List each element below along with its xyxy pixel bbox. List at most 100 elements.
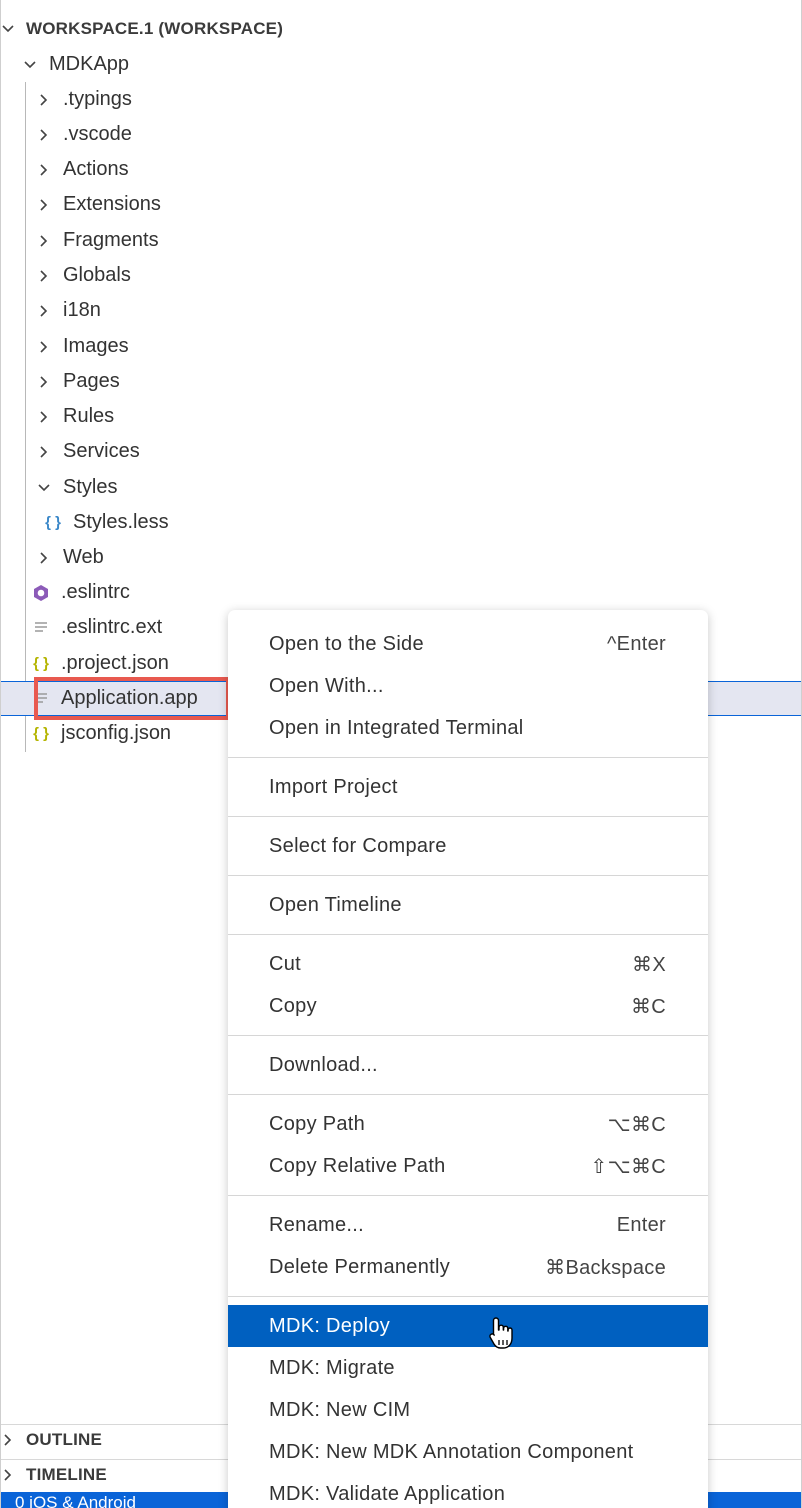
menu-separator: [228, 934, 708, 935]
menu-item-mdk-new-annotation[interactable]: MDK: New MDK Annotation Component: [228, 1431, 708, 1473]
chevron-right-icon: [37, 269, 51, 283]
tree-item-label: Fragments: [63, 229, 159, 251]
menu-item-label: MDK: New MDK Annotation Component: [269, 1440, 634, 1463]
menu-item-label: MDK: Deploy: [269, 1314, 391, 1337]
menu-item-open-terminal[interactable]: Open in Integrated Terminal: [228, 707, 708, 749]
tree-item-label: Globals: [63, 264, 131, 286]
json-file-icon: { }: [33, 725, 49, 742]
tree-item-label: Application.app: [61, 687, 198, 709]
menu-item-label: MDK: Migrate: [269, 1356, 395, 1379]
tree-item-typings[interactable]: .typings: [1, 82, 801, 117]
menu-item-rename[interactable]: Rename... Enter: [228, 1204, 708, 1246]
chevron-down-icon: [1, 22, 23, 36]
menu-item-label: Select for Compare: [269, 834, 447, 857]
tree-item-extensions[interactable]: Extensions: [1, 187, 801, 222]
tree-item-label: Styles: [63, 476, 118, 498]
menu-separator: [228, 1195, 708, 1196]
menu-separator: [228, 757, 708, 758]
menu-item-open-timeline[interactable]: Open Timeline: [228, 884, 708, 926]
menu-item-copy-relative-path[interactable]: Copy Relative Path ⇧⌥⌘C: [228, 1145, 708, 1187]
chevron-down-icon: [23, 58, 37, 72]
chevron-right-icon: [37, 234, 51, 248]
tree-item-globals[interactable]: Globals: [1, 258, 801, 293]
tree-item-pages[interactable]: Pages: [1, 364, 801, 399]
tree-item-services[interactable]: Services: [1, 434, 801, 469]
menu-item-shortcut: ^Enter: [607, 632, 666, 655]
tree-item-vscode[interactable]: .vscode: [1, 117, 801, 152]
tree-item-label: .vscode: [63, 123, 132, 145]
workspace-title: WORKSPACE.1 (WORKSPACE): [26, 19, 284, 38]
menu-item-shortcut: Enter: [616, 1213, 666, 1236]
tree-item-label: Actions: [63, 158, 129, 180]
menu-item-shortcut: ⌘C: [630, 995, 666, 1018]
chevron-right-icon: [1, 1468, 23, 1482]
tree-item-actions[interactable]: Actions: [1, 152, 801, 187]
context-menu: Open to the Side ^Enter Open With... Ope…: [228, 610, 708, 1508]
tree-item-web[interactable]: Web: [1, 540, 801, 575]
tree-item-i18n[interactable]: i18n: [1, 293, 801, 328]
chevron-right-icon: [37, 163, 51, 177]
menu-item-label: MDK: New CIM: [269, 1398, 411, 1421]
json-file-icon: { }: [33, 655, 49, 672]
menu-item-shortcut: ⌘X: [632, 953, 666, 976]
menu-item-shortcut: ⇧⌥⌘C: [590, 1155, 666, 1178]
tree-item-rules[interactable]: Rules: [1, 399, 801, 434]
menu-item-import-project[interactable]: Import Project: [228, 766, 708, 808]
eslint-file-icon: [31, 584, 51, 602]
chevron-right-icon: [37, 93, 51, 107]
tree-item-styles[interactable]: Styles: [1, 470, 801, 505]
menu-separator: [228, 816, 708, 817]
less-file-icon: { }: [45, 514, 61, 531]
menu-item-open-to-side[interactable]: Open to the Side ^Enter: [228, 623, 708, 665]
tree-item-eslintrc[interactable]: .eslintrc: [1, 575, 801, 610]
tree-item-label: .eslintrc: [61, 581, 130, 603]
menu-item-delete-permanently[interactable]: Delete Permanently ⌘Backspace: [228, 1246, 708, 1288]
menu-separator: [228, 1296, 708, 1297]
tree-item-label: Web: [63, 546, 104, 568]
menu-separator: [228, 1035, 708, 1036]
tree-item-styles-less[interactable]: { } Styles.less: [1, 505, 801, 540]
menu-item-label: Copy: [269, 994, 317, 1017]
menu-item-label: Open With...: [269, 674, 384, 697]
chevron-right-icon: [37, 198, 51, 212]
menu-item-copy[interactable]: Copy ⌘C: [228, 985, 708, 1027]
tree-item-mdkapp[interactable]: MDKApp: [1, 47, 801, 82]
tree-item-label: .eslintrc.ext: [61, 616, 163, 638]
tree-item-label: .typings: [63, 88, 132, 110]
menu-item-label: Delete Permanently: [269, 1255, 451, 1278]
tree-item-label: .project.json: [61, 652, 169, 674]
hand-pointer-icon: [488, 1316, 514, 1355]
menu-item-label: Copy Path: [269, 1112, 366, 1135]
menu-item-copy-path[interactable]: Copy Path ⌥⌘C: [228, 1103, 708, 1145]
chevron-right-icon: [37, 128, 51, 142]
menu-item-mdk-deploy[interactable]: MDK: Deploy: [228, 1305, 708, 1347]
outline-title: OUTLINE: [26, 1429, 103, 1449]
status-bar-text: 0 iOS & Android: [15, 1493, 136, 1508]
menu-item-select-compare[interactable]: Select for Compare: [228, 825, 708, 867]
menu-item-mdk-migrate[interactable]: MDK: Migrate: [228, 1347, 708, 1389]
menu-item-open-with[interactable]: Open With...: [228, 665, 708, 707]
tree-item-label: Extensions: [63, 193, 161, 215]
tree-item-images[interactable]: Images: [1, 329, 801, 364]
menu-item-label: Open in Integrated Terminal: [269, 716, 524, 739]
menu-item-shortcut: ⌘Backspace: [545, 1256, 666, 1279]
text-file-icon: [31, 692, 51, 706]
timeline-title: TIMELINE: [26, 1464, 107, 1484]
tree-item-label: Rules: [63, 405, 115, 427]
chevron-right-icon: [1, 1433, 23, 1447]
menu-item-cut[interactable]: Cut ⌘X: [228, 943, 708, 985]
tree-item-fragments[interactable]: Fragments: [1, 223, 801, 258]
chevron-right-icon: [37, 410, 51, 424]
menu-item-label: Import Project: [269, 775, 398, 798]
menu-item-label: Cut: [269, 952, 302, 975]
chevron-right-icon: [37, 340, 51, 354]
workspace-header[interactable]: WORKSPACE.1 (WORKSPACE): [1, 14, 801, 44]
chevron-right-icon: [37, 375, 51, 389]
chevron-right-icon: [37, 304, 51, 318]
menu-item-mdk-new-cim[interactable]: MDK: New CIM: [228, 1389, 708, 1431]
menu-item-download[interactable]: Download...: [228, 1044, 708, 1086]
tree-item-label: Pages: [63, 370, 120, 392]
menu-item-mdk-validate[interactable]: MDK: Validate Application: [228, 1473, 708, 1508]
menu-item-label: Rename...: [269, 1213, 364, 1236]
chevron-down-icon: [37, 481, 51, 495]
